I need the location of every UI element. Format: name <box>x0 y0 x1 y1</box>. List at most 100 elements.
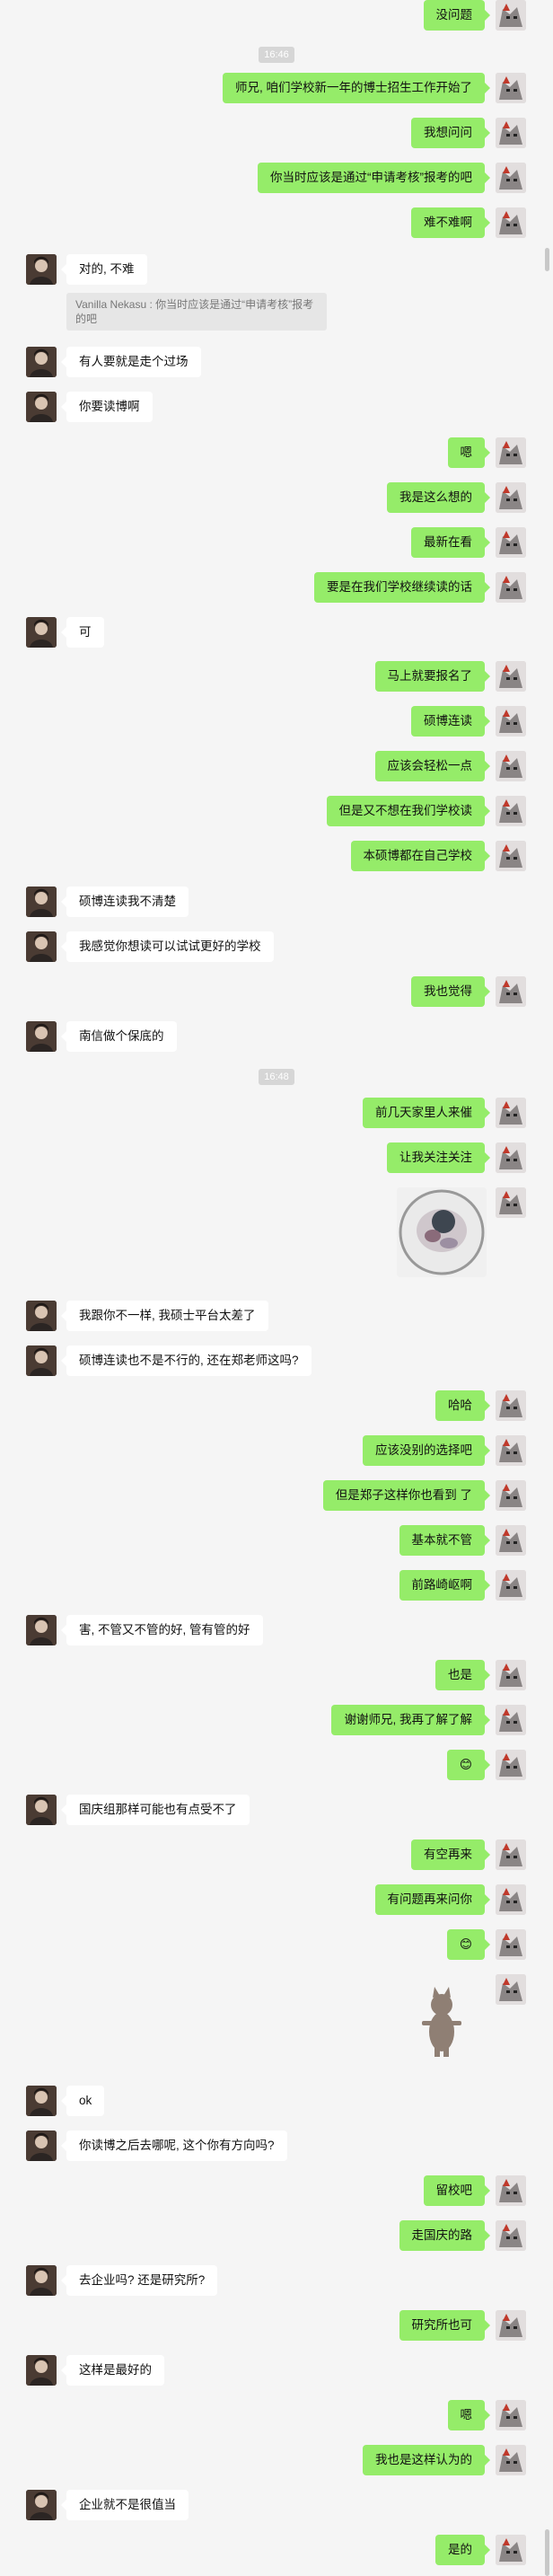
message-bubble[interactable]: 前路崎岖啊 <box>399 1570 490 1601</box>
message-bubble[interactable]: 我也是这样认为的 <box>363 2445 490 2475</box>
message-bubble[interactable]: 留校吧 <box>423 2175 490 2206</box>
message-bubble[interactable]: 让我关注关注 <box>387 1142 490 1173</box>
contact-avatar[interactable] <box>26 392 57 422</box>
my-avatar[interactable] <box>496 706 526 737</box>
scrollbar-thumb[interactable] <box>545 248 549 271</box>
my-avatar[interactable] <box>496 1839 526 1870</box>
my-avatar[interactable] <box>496 572 526 603</box>
my-avatar[interactable] <box>496 527 526 558</box>
scrollbar-thumb[interactable] <box>545 2529 549 2576</box>
image-message[interactable] <box>397 1187 487 1277</box>
message-bubble[interactable]: 你要读博啊 <box>61 392 153 422</box>
my-avatar[interactable] <box>496 1750 526 1780</box>
my-avatar[interactable] <box>496 207 526 238</box>
my-avatar[interactable] <box>496 796 526 826</box>
message-bubble[interactable]: 研究所也可 <box>399 2310 490 2341</box>
my-avatar[interactable] <box>496 976 526 1007</box>
my-avatar[interactable] <box>496 0 526 31</box>
my-avatar[interactable] <box>496 1435 526 1466</box>
contact-avatar[interactable] <box>26 617 57 648</box>
sticker-message[interactable] <box>415 1985 469 2057</box>
message-bubble[interactable]: 硕博连读我不清楚 <box>61 887 189 917</box>
message-bubble[interactable]: 南信做个保底的 <box>61 1021 177 1052</box>
my-avatar[interactable] <box>496 2445 526 2475</box>
message-bubble[interactable]: 企业就不是很值当 <box>61 2490 189 2520</box>
message-bubble[interactable]: ok <box>60 2086 105 2116</box>
message-bubble[interactable]: 哈哈 <box>435 1390 490 1421</box>
my-avatar[interactable] <box>496 1480 526 1511</box>
message-bubble[interactable]: 可 <box>61 617 104 648</box>
message-bubble[interactable]: 但是又不想在我们学校读 <box>326 796 490 826</box>
message-bubble[interactable]: 要是在我们学校继续读的话 <box>314 572 490 603</box>
message-bubble[interactable]: 去企业吗? 还是研究所? <box>60 2265 218 2296</box>
message-bubble[interactable]: 有人要就是走个过场 <box>61 347 201 377</box>
emoji-message[interactable]: 😊 <box>446 1750 491 1780</box>
message-bubble[interactable]: 硕博连读 <box>411 706 490 737</box>
emoji-message[interactable]: 😊 <box>446 1929 491 1960</box>
my-avatar[interactable] <box>496 1705 526 1735</box>
message-bubble[interactable]: 但是郑子这样你也看到 了 <box>322 1480 491 1511</box>
message-bubble[interactable]: 嗯 <box>447 437 490 468</box>
quoted-message[interactable]: Vanilla Nekasu : 你当时应该是通过“申请考核”报考的吧 <box>66 293 327 331</box>
contact-avatar[interactable] <box>26 254 57 285</box>
contact-avatar[interactable] <box>26 347 57 377</box>
message-bubble[interactable]: 对的, 不难 <box>61 254 147 285</box>
my-avatar[interactable] <box>496 1098 526 1128</box>
message-bubble[interactable]: 师兄, 咱们学校新一年的博士招生工作开始了 <box>222 73 491 103</box>
my-avatar[interactable] <box>496 1884 526 1915</box>
my-avatar[interactable] <box>496 2400 526 2430</box>
message-bubble[interactable]: 害, 不管又不管的好, 管有管的好 <box>61 1615 263 1645</box>
chat-message-list[interactable]: 16:46 16:48 没问题 师兄, 咱们学校新一年的博士招生工作开始了 我想… <box>0 0 539 2576</box>
my-avatar[interactable] <box>496 1974 526 2005</box>
my-avatar[interactable] <box>496 1142 526 1173</box>
message-bubble[interactable]: 国庆组那样可能也有点受不了 <box>61 1795 250 1825</box>
my-avatar[interactable] <box>496 2175 526 2206</box>
my-avatar[interactable] <box>496 751 526 781</box>
message-bubble[interactable]: 我想问问 <box>411 118 490 148</box>
message-bubble[interactable]: 难不难啊 <box>411 207 490 238</box>
message-bubble[interactable]: 我也觉得 <box>411 976 490 1007</box>
my-avatar[interactable] <box>496 1525 526 1556</box>
my-avatar[interactable] <box>496 1660 526 1690</box>
contact-avatar[interactable] <box>26 931 57 962</box>
message-bubble[interactable]: 嗯 <box>447 2400 490 2430</box>
message-bubble[interactable]: 这样是最好的 <box>61 2355 164 2386</box>
my-avatar[interactable] <box>496 2535 526 2565</box>
message-bubble[interactable]: 本硕博都在自己学校 <box>350 841 490 871</box>
message-bubble[interactable]: 应该没别的选择吧 <box>363 1435 490 1466</box>
message-bubble[interactable]: 我跟你不一样, 我硕士平台太差了 <box>61 1301 268 1331</box>
message-bubble[interactable]: 我是这么想的 <box>387 482 490 513</box>
my-avatar[interactable] <box>496 163 526 193</box>
my-avatar[interactable] <box>496 1390 526 1421</box>
contact-avatar[interactable] <box>26 1795 57 1825</box>
message-bubble[interactable]: 也是 <box>435 1660 490 1690</box>
contact-avatar[interactable] <box>26 1301 57 1331</box>
my-avatar[interactable] <box>496 482 526 513</box>
message-bubble[interactable]: 前几天家里人来催 <box>363 1098 490 1128</box>
contact-avatar[interactable] <box>26 1345 57 1376</box>
contact-avatar[interactable] <box>26 2490 57 2520</box>
my-avatar[interactable] <box>496 437 526 468</box>
message-bubble[interactable]: 是的 <box>435 2535 490 2565</box>
contact-avatar[interactable] <box>26 1615 57 1645</box>
scrollbar[interactable] <box>539 0 553 2576</box>
my-avatar[interactable] <box>496 1187 526 1218</box>
message-bubble[interactable]: 马上就要报名了 <box>374 661 490 692</box>
contact-avatar[interactable] <box>26 2355 57 2386</box>
message-bubble[interactable]: 最新在看 <box>411 527 490 558</box>
my-avatar[interactable] <box>496 1570 526 1601</box>
message-bubble[interactable]: 有问题再来问你 <box>374 1884 490 1915</box>
my-avatar[interactable] <box>496 841 526 871</box>
my-avatar[interactable] <box>496 118 526 148</box>
message-bubble[interactable]: 有空再来 <box>411 1839 490 1870</box>
message-bubble[interactable]: 没问题 <box>423 0 490 31</box>
my-avatar[interactable] <box>496 661 526 692</box>
message-bubble[interactable]: 硕博连读也不是不行的, 还在郑老师这吗? <box>61 1345 312 1376</box>
my-avatar[interactable] <box>496 2220 526 2251</box>
message-bubble[interactable]: 走国庆的路 <box>399 2220 490 2251</box>
my-avatar[interactable] <box>496 1929 526 1960</box>
contact-avatar[interactable] <box>26 2130 57 2161</box>
message-bubble[interactable]: 应该会轻松一点 <box>374 751 490 781</box>
message-bubble[interactable]: 我感觉你想读可以试试更好的学校 <box>61 931 274 962</box>
message-bubble[interactable]: 你读博之后去哪呢, 这个你有方向吗? <box>61 2130 287 2161</box>
